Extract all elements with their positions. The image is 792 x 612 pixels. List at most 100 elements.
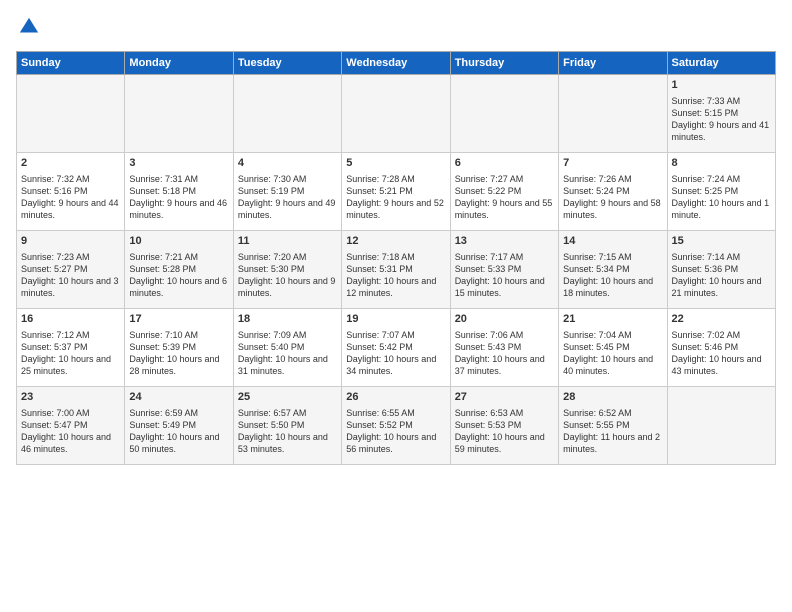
day-number: 5	[346, 156, 445, 171]
column-header-tuesday: Tuesday	[233, 52, 341, 75]
day-number: 3	[129, 156, 228, 171]
day-info: Sunrise: 7:00 AM Sunset: 5:47 PM Dayligh…	[21, 407, 120, 456]
day-cell: 20 Sunrise: 7:06 AM Sunset: 5:43 PM Dayli…	[450, 309, 558, 387]
day-info: Sunrise: 7:27 AM Sunset: 5:22 PM Dayligh…	[455, 173, 554, 222]
day-number: 14	[563, 234, 662, 249]
day-cell	[342, 75, 450, 153]
day-number: 17	[129, 312, 228, 327]
day-info: Sunrise: 7:28 AM Sunset: 5:21 PM Dayligh…	[346, 173, 445, 222]
day-cell: 10 Sunrise: 7:21 AM Sunset: 5:28 PM Dayli…	[125, 231, 233, 309]
logo-wordmark	[16, 16, 40, 43]
day-number: 25	[238, 390, 337, 405]
day-info: Sunrise: 6:52 AM Sunset: 5:55 PM Dayligh…	[563, 407, 662, 456]
day-cell	[667, 387, 775, 465]
day-number: 12	[346, 234, 445, 249]
day-number: 19	[346, 312, 445, 327]
day-number: 8	[672, 156, 771, 171]
day-number: 9	[21, 234, 120, 249]
day-number: 7	[563, 156, 662, 171]
column-header-friday: Friday	[559, 52, 667, 75]
day-number: 1	[672, 78, 771, 93]
day-cell: 17 Sunrise: 7:10 AM Sunset: 5:39 PM Dayli…	[125, 309, 233, 387]
column-header-wednesday: Wednesday	[342, 52, 450, 75]
week-row-2: 2 Sunrise: 7:32 AM Sunset: 5:16 PM Daylig…	[17, 153, 776, 231]
day-info: Sunrise: 7:04 AM Sunset: 5:45 PM Dayligh…	[563, 329, 662, 378]
day-cell: 7Sunrise: 7:26 AM Sunset: 5:24 PM Daylig…	[559, 153, 667, 231]
day-number: 23	[21, 390, 120, 405]
day-cell: 4 Sunrise: 7:30 AM Sunset: 5:19 PM Daylig…	[233, 153, 341, 231]
day-info: Sunrise: 7:17 AM Sunset: 5:33 PM Dayligh…	[455, 251, 554, 300]
column-header-sunday: Sunday	[17, 52, 125, 75]
day-cell: 13 Sunrise: 7:17 AM Sunset: 5:33 PM Dayli…	[450, 231, 558, 309]
day-cell: 3Sunrise: 7:31 AM Sunset: 5:18 PM Daylig…	[125, 153, 233, 231]
page-header	[16, 16, 776, 43]
day-info: Sunrise: 7:12 AM Sunset: 5:37 PM Dayligh…	[21, 329, 120, 378]
day-cell: 19 Sunrise: 7:07 AM Sunset: 5:42 PM Dayli…	[342, 309, 450, 387]
week-row-3: 9 Sunrise: 7:23 AM Sunset: 5:27 PM Daylig…	[17, 231, 776, 309]
column-header-monday: Monday	[125, 52, 233, 75]
day-cell	[559, 75, 667, 153]
day-cell: 16 Sunrise: 7:12 AM Sunset: 5:37 PM Dayli…	[17, 309, 125, 387]
day-cell: 24 Sunrise: 6:59 AM Sunset: 5:49 PM Dayli…	[125, 387, 233, 465]
day-number: 15	[672, 234, 771, 249]
day-number: 22	[672, 312, 771, 327]
calendar-table: SundayMondayTuesdayWednesdayThursdayFrid…	[16, 51, 776, 465]
day-number: 16	[21, 312, 120, 327]
day-number: 11	[238, 234, 337, 249]
week-row-4: 16 Sunrise: 7:12 AM Sunset: 5:37 PM Dayli…	[17, 309, 776, 387]
day-info: Sunrise: 7:15 AM Sunset: 5:34 PM Dayligh…	[563, 251, 662, 300]
day-number: 21	[563, 312, 662, 327]
day-cell	[17, 75, 125, 153]
day-cell: 6 Sunrise: 7:27 AM Sunset: 5:22 PM Daylig…	[450, 153, 558, 231]
day-cell: 9 Sunrise: 7:23 AM Sunset: 5:27 PM Daylig…	[17, 231, 125, 309]
day-cell: 22 Sunrise: 7:02 AM Sunset: 5:46 PM Dayli…	[667, 309, 775, 387]
day-info: Sunrise: 7:21 AM Sunset: 5:28 PM Dayligh…	[129, 251, 228, 300]
day-info: Sunrise: 7:02 AM Sunset: 5:46 PM Dayligh…	[672, 329, 771, 378]
day-number: 27	[455, 390, 554, 405]
calendar-header-row: SundayMondayTuesdayWednesdayThursdayFrid…	[17, 52, 776, 75]
day-info: Sunrise: 7:10 AM Sunset: 5:39 PM Dayligh…	[129, 329, 228, 378]
day-cell: 15 Sunrise: 7:14 AM Sunset: 5:36 PM Dayli…	[667, 231, 775, 309]
day-number: 28	[563, 390, 662, 405]
day-cell: 5 Sunrise: 7:28 AM Sunset: 5:21 PM Daylig…	[342, 153, 450, 231]
day-info: Sunrise: 7:18 AM Sunset: 5:31 PM Dayligh…	[346, 251, 445, 300]
day-number: 6	[455, 156, 554, 171]
day-info: Sunrise: 7:33 AM Sunset: 5:15 PM Dayligh…	[672, 95, 771, 144]
day-number: 4	[238, 156, 337, 171]
column-header-saturday: Saturday	[667, 52, 775, 75]
day-info: Sunrise: 6:59 AM Sunset: 5:49 PM Dayligh…	[129, 407, 228, 456]
day-info: Sunrise: 7:14 AM Sunset: 5:36 PM Dayligh…	[672, 251, 771, 300]
day-cell	[125, 75, 233, 153]
logo-icon	[18, 16, 40, 38]
day-number: 2	[21, 156, 120, 171]
day-number: 26	[346, 390, 445, 405]
day-info: Sunrise: 7:07 AM Sunset: 5:42 PM Dayligh…	[346, 329, 445, 378]
day-info: Sunrise: 7:32 AM Sunset: 5:16 PM Dayligh…	[21, 173, 120, 222]
day-cell	[450, 75, 558, 153]
day-number: 13	[455, 234, 554, 249]
day-number: 10	[129, 234, 228, 249]
day-cell: 12 Sunrise: 7:18 AM Sunset: 5:31 PM Dayli…	[342, 231, 450, 309]
day-number: 24	[129, 390, 228, 405]
day-cell: 25 Sunrise: 6:57 AM Sunset: 5:50 PM Dayli…	[233, 387, 341, 465]
day-cell: 28 Sunrise: 6:52 AM Sunset: 5:55 PM Dayli…	[559, 387, 667, 465]
day-number: 20	[455, 312, 554, 327]
day-cell: 8Sunrise: 7:24 AM Sunset: 5:25 PM Daylig…	[667, 153, 775, 231]
day-cell: 23 Sunrise: 7:00 AM Sunset: 5:47 PM Dayli…	[17, 387, 125, 465]
day-info: Sunrise: 6:53 AM Sunset: 5:53 PM Dayligh…	[455, 407, 554, 456]
day-cell: 1 Sunrise: 7:33 AM Sunset: 5:15 PM Daylig…	[667, 75, 775, 153]
day-info: Sunrise: 6:55 AM Sunset: 5:52 PM Dayligh…	[346, 407, 445, 456]
day-info: Sunrise: 7:23 AM Sunset: 5:27 PM Dayligh…	[21, 251, 120, 300]
day-cell: 27 Sunrise: 6:53 AM Sunset: 5:53 PM Dayli…	[450, 387, 558, 465]
day-info: Sunrise: 7:06 AM Sunset: 5:43 PM Dayligh…	[455, 329, 554, 378]
day-cell: 14 Sunrise: 7:15 AM Sunset: 5:34 PM Dayli…	[559, 231, 667, 309]
day-number: 18	[238, 312, 337, 327]
day-cell: 2 Sunrise: 7:32 AM Sunset: 5:16 PM Daylig…	[17, 153, 125, 231]
day-info: Sunrise: 6:57 AM Sunset: 5:50 PM Dayligh…	[238, 407, 337, 456]
day-info: Sunrise: 7:09 AM Sunset: 5:40 PM Dayligh…	[238, 329, 337, 378]
logo	[16, 16, 40, 43]
day-cell	[233, 75, 341, 153]
day-cell: 21 Sunrise: 7:04 AM Sunset: 5:45 PM Dayli…	[559, 309, 667, 387]
day-info: Sunrise: 7:30 AM Sunset: 5:19 PM Dayligh…	[238, 173, 337, 222]
day-cell: 26 Sunrise: 6:55 AM Sunset: 5:52 PM Dayli…	[342, 387, 450, 465]
